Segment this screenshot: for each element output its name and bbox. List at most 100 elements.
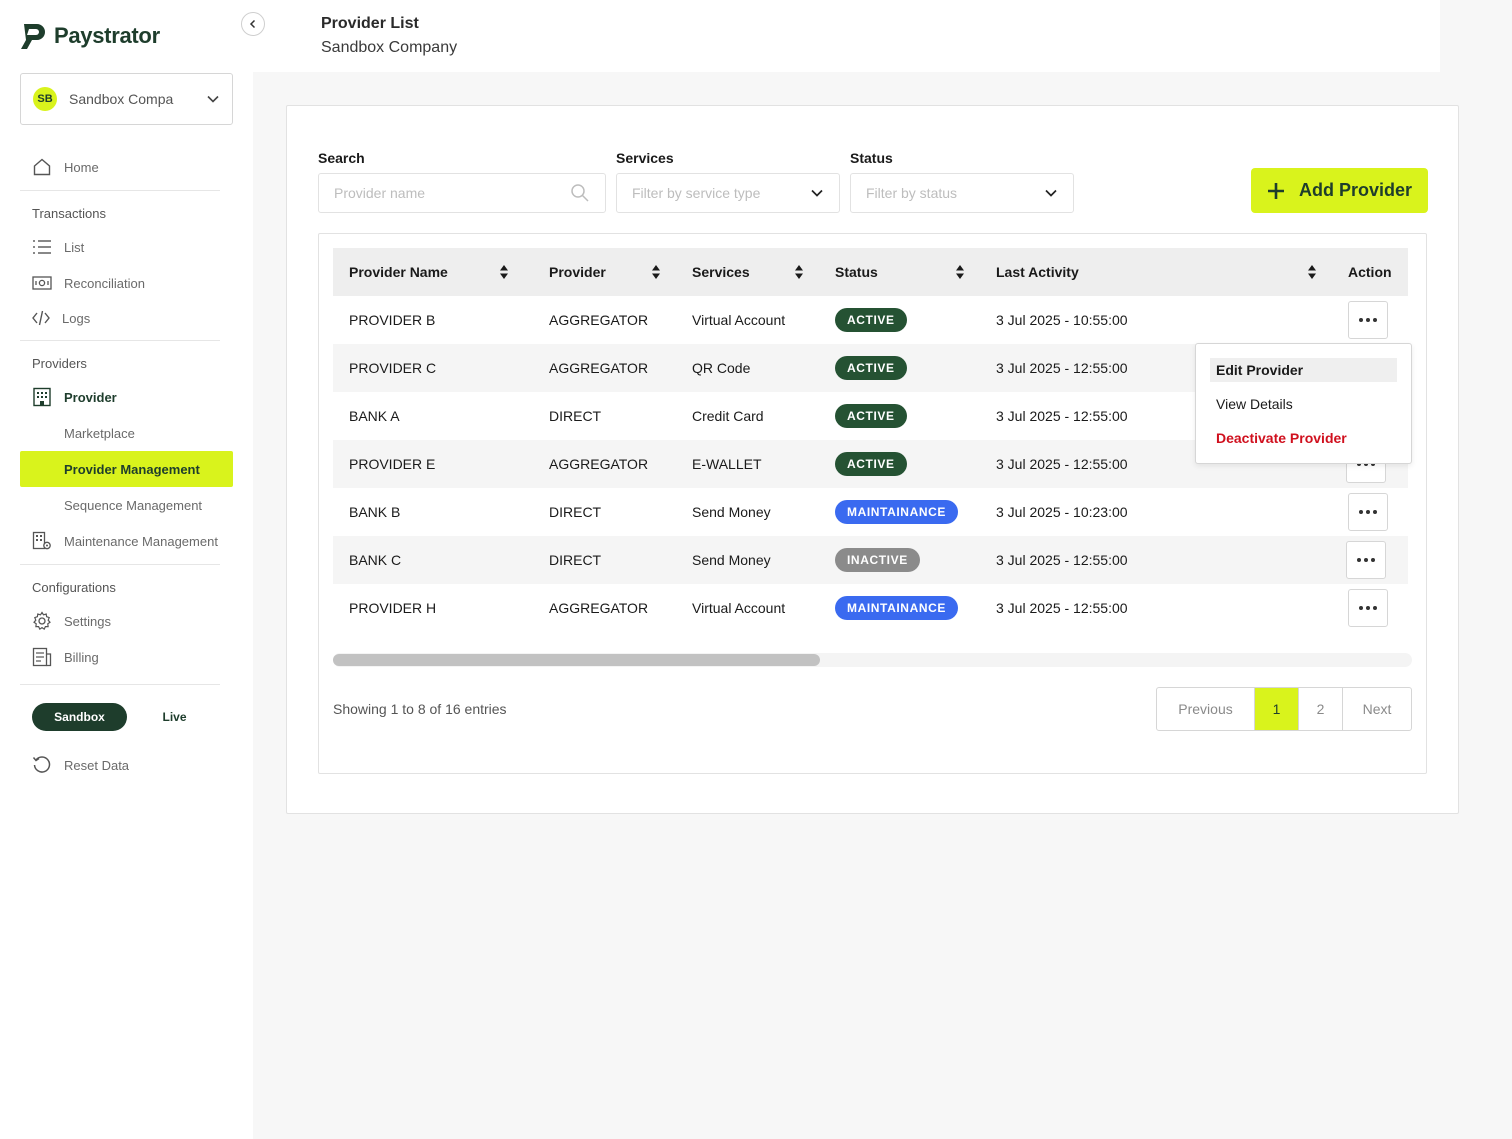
company-selector[interactable]: SB Sandbox Compa xyxy=(20,73,233,125)
sort-icon[interactable] xyxy=(1307,264,1317,280)
next-page-button[interactable]: Next xyxy=(1343,688,1411,730)
page-1-button[interactable]: 1 xyxy=(1255,688,1299,730)
more-dots-icon xyxy=(1359,510,1363,514)
sidebar-item-list[interactable]: List xyxy=(32,237,84,257)
sidebar-item-provider[interactable]: Provider xyxy=(32,387,117,407)
more-dots-icon xyxy=(1359,606,1363,610)
scrollbar-thumb[interactable] xyxy=(333,654,820,666)
cell-provider: AGGREGATOR xyxy=(549,312,649,328)
edit-provider-option[interactable]: Edit Provider xyxy=(1210,358,1397,382)
previous-page-button[interactable]: Previous xyxy=(1157,688,1255,730)
cell-provider-name: PROVIDER B xyxy=(349,312,436,328)
cell-provider: AGGREGATOR xyxy=(549,456,649,472)
sort-icon[interactable] xyxy=(955,264,965,280)
section-configurations: Configurations xyxy=(32,580,116,595)
cell-services: Send Money xyxy=(692,504,771,520)
list-icon xyxy=(33,240,51,254)
company-name: Sandbox Compa xyxy=(69,91,174,107)
cell-status: ACTIVE xyxy=(835,440,907,488)
cell-services: QR Code xyxy=(692,360,751,376)
column-last-activity: Last Activity xyxy=(996,264,1079,280)
row-action-button[interactable] xyxy=(1348,589,1388,627)
cell-provider-name: BANK A xyxy=(349,408,400,424)
table-row[interactable]: PROVIDER B AGGREGATOR Virtual Account ACTIV… xyxy=(333,296,1408,344)
horizontal-scrollbar[interactable] xyxy=(333,653,1412,667)
search-placeholder: Provider name xyxy=(334,185,426,201)
sidebar-item-billing[interactable]: Billing xyxy=(32,647,99,667)
cell-services: Send Money xyxy=(692,552,771,568)
view-details-option[interactable]: View Details xyxy=(1210,392,1397,416)
cell-status: MAINTAINANCE xyxy=(835,584,958,632)
page-2-button[interactable]: 2 xyxy=(1299,688,1343,730)
sidebar-item-label: Reset Data xyxy=(64,757,130,773)
table-row[interactable]: BANK C DIRECT Send Money INACTIVE 3 Jul 2025… xyxy=(333,536,1408,584)
sidebar-item-reconciliation[interactable]: Reconciliation xyxy=(32,273,145,293)
services-label: Services xyxy=(616,150,674,166)
logo[interactable]: Paystrator xyxy=(20,22,160,50)
sidebar-item-marketplace[interactable]: Marketplace xyxy=(64,426,135,441)
env-live-button[interactable]: Live xyxy=(127,703,222,731)
building-settings-icon xyxy=(32,531,51,550)
sidebar-item-sequence-management[interactable]: Sequence Management xyxy=(64,498,202,513)
sidebar-item-provider-management[interactable]: Provider Management xyxy=(20,451,233,487)
column-services: Services xyxy=(692,264,750,280)
cell-services: Virtual Account xyxy=(692,600,786,616)
sidebar-item-label: Reconciliation xyxy=(64,275,145,291)
status-label: Status xyxy=(850,150,893,166)
search-input[interactable]: Provider name xyxy=(318,173,606,213)
table-row[interactable]: PROVIDER H AGGREGATOR Virtual Account MAINT… xyxy=(333,584,1408,632)
sidebar-item-maintenance-management[interactable]: Maintenance Management xyxy=(32,531,218,551)
status-badge: MAINTAINANCE xyxy=(835,500,958,524)
services-select[interactable]: Filter by service type xyxy=(616,173,840,213)
section-transactions: Transactions xyxy=(32,206,106,221)
cell-last-activity: 3 Jul 2025 - 12:55:00 xyxy=(996,360,1128,376)
cell-status: ACTIVE xyxy=(835,392,907,440)
sort-icon[interactable] xyxy=(651,264,661,280)
sidebar-item-home[interactable]: Home xyxy=(32,157,99,177)
chevron-down-icon xyxy=(207,95,219,103)
cell-last-activity: 3 Jul 2025 - 12:55:00 xyxy=(996,600,1128,616)
cell-services: Virtual Account xyxy=(692,312,786,328)
sidebar-item-logs[interactable]: Logs xyxy=(32,308,90,328)
status-select[interactable]: Filter by status xyxy=(850,173,1074,213)
add-provider-button[interactable]: Add Provider xyxy=(1251,168,1428,213)
status-badge: ACTIVE xyxy=(835,356,907,380)
row-action-button[interactable] xyxy=(1348,301,1388,339)
cell-provider: DIRECT xyxy=(549,552,602,568)
sidebar-item-label: Home xyxy=(64,159,99,175)
cell-last-activity: 3 Jul 2025 - 12:55:00 xyxy=(996,552,1128,568)
row-action-button[interactable] xyxy=(1346,541,1386,579)
home-icon xyxy=(33,158,51,176)
cell-provider: DIRECT xyxy=(549,504,602,520)
app-name: Paystrator xyxy=(54,23,160,48)
section-providers: Providers xyxy=(32,356,87,371)
sort-icon[interactable] xyxy=(794,264,804,280)
page-header: Provider List Sandbox Company xyxy=(253,0,1440,72)
table-row[interactable]: BANK B DIRECT Send Money MAINTAINANCE 3 Jul … xyxy=(333,488,1408,536)
status-badge: MAINTAINANCE xyxy=(835,596,958,620)
cell-provider-name: PROVIDER H xyxy=(349,600,437,616)
sort-icon[interactable] xyxy=(499,264,509,280)
collapse-sidebar-button[interactable] xyxy=(241,12,265,36)
env-sandbox-button[interactable]: Sandbox xyxy=(32,703,127,731)
deactivate-provider-option[interactable]: Deactivate Provider xyxy=(1210,426,1397,450)
cell-provider: AGGREGATOR xyxy=(549,360,649,376)
cell-last-activity: 3 Jul 2025 - 10:23:00 xyxy=(996,504,1128,520)
cell-last-activity: 3 Jul 2025 - 12:55:00 xyxy=(996,408,1128,424)
divider xyxy=(20,190,220,191)
sidebar-item-settings[interactable]: Settings xyxy=(32,611,111,631)
more-dots-icon xyxy=(1366,606,1370,610)
more-dots-icon xyxy=(1366,318,1370,322)
cell-services: E-WALLET xyxy=(692,456,762,472)
status-placeholder: Filter by status xyxy=(866,185,958,201)
row-action-button[interactable] xyxy=(1348,493,1388,531)
cell-last-activity: 3 Jul 2025 - 10:55:00 xyxy=(996,312,1128,328)
provider-table: Provider Name Provider Services Status L… xyxy=(318,233,1427,774)
cell-provider: DIRECT xyxy=(549,408,602,424)
reset-icon xyxy=(32,756,51,773)
cell-provider-name: BANK C xyxy=(349,552,402,568)
table-header: Provider Name Provider Services Status L… xyxy=(333,248,1408,296)
reset-data-button[interactable]: Reset Data xyxy=(32,755,129,775)
cell-last-activity: 3 Jul 2025 - 12:55:00 xyxy=(996,456,1128,472)
plus-icon xyxy=(1267,182,1284,199)
